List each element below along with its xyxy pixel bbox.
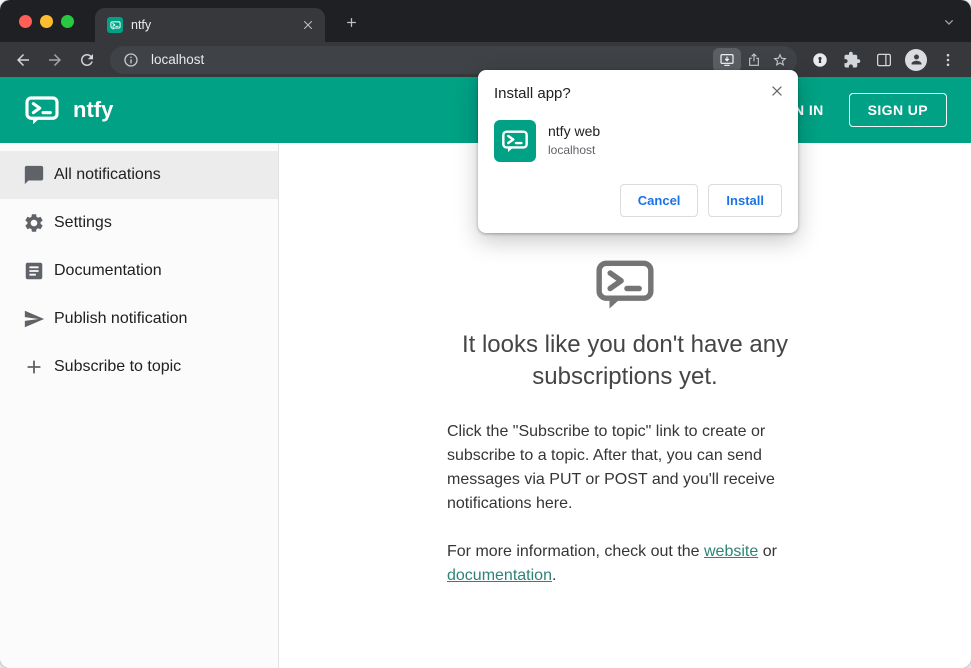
send-icon <box>23 308 45 330</box>
dialog-app-info: ntfy web localhost <box>494 120 782 162</box>
sign-up-button[interactable]: SIGN UP <box>848 93 947 127</box>
forward-button[interactable] <box>40 45 70 75</box>
install-app-icon[interactable] <box>713 47 741 72</box>
chat-icon <box>23 164 45 186</box>
dialog-actions: Cancel Install <box>494 184 782 217</box>
gear-icon <box>23 212 45 234</box>
plus-icon <box>23 356 45 378</box>
window-close-button[interactable] <box>19 15 32 28</box>
sidebar-item-label: Subscribe to topic <box>54 358 182 375</box>
sidebar-item-label: Publish notification <box>54 310 188 327</box>
window-minimize-button[interactable] <box>40 15 53 28</box>
empty-state-links-paragraph: For more information, check out the webs… <box>447 542 777 584</box>
sidebar-item-publish-notification[interactable]: Publish notification <box>0 295 278 343</box>
sidebar-item-label: Documentation <box>54 262 162 279</box>
new-tab-button[interactable] <box>340 11 362 33</box>
password-extension-icon[interactable] <box>805 45 835 75</box>
sidebar-item-subscribe-to-topic[interactable]: Subscribe to topic <box>0 343 278 391</box>
cancel-button[interactable]: Cancel <box>619 184 699 217</box>
install-button[interactable]: Install <box>708 184 782 217</box>
browser-menu-kebab-icon[interactable] <box>933 45 963 75</box>
extensions-puzzle-icon[interactable] <box>837 45 867 75</box>
dialog-app-name: ntfy web <box>548 123 601 139</box>
dialog-close-icon[interactable] <box>766 80 788 102</box>
ntfy-empty-state-icon <box>594 253 656 315</box>
dialog-title: Install app? <box>494 85 571 102</box>
install-app-dialog: Install app? ntfy web localhost Cancel I… <box>478 70 798 233</box>
share-icon[interactable] <box>741 47 767 73</box>
tab-search-chevron-icon[interactable] <box>939 12 959 32</box>
article-icon <box>23 260 45 282</box>
dialog-app-origin: localhost <box>548 143 596 157</box>
window-zoom-button[interactable] <box>61 15 74 28</box>
sidebar-item-label: All notifications <box>54 166 161 183</box>
empty-state-text: Click the "Subscribe to topic" link to c… <box>447 420 803 588</box>
website-link[interactable]: website <box>704 543 758 560</box>
traffic-lights <box>19 15 74 28</box>
profile-avatar[interactable] <box>901 45 931 75</box>
ntfy-favicon-icon <box>107 17 123 33</box>
empty-state-paragraph: Click the "Subscribe to topic" link to c… <box>447 422 775 512</box>
sidebar: All notifications Settings Documentation… <box>0 143 279 668</box>
back-button[interactable] <box>8 45 38 75</box>
site-info-icon[interactable] <box>118 47 144 73</box>
bookmark-star-icon[interactable] <box>767 47 793 73</box>
tab-title: ntfy <box>131 18 152 32</box>
reload-button[interactable] <box>72 45 102 75</box>
forward-arrow-icon <box>46 51 64 69</box>
person-icon <box>909 52 924 67</box>
ntfy-app-icon <box>494 120 536 162</box>
browser-window: ntfy localhost ntfy SIGN IN SIGN UP <box>0 0 971 668</box>
address-url: localhost <box>151 52 205 67</box>
reload-icon <box>78 51 96 69</box>
side-panel-icon[interactable] <box>869 45 899 75</box>
empty-state-heading: It looks like you don't have any subscri… <box>461 331 789 391</box>
documentation-link[interactable]: documentation <box>447 567 552 584</box>
sidebar-item-all-notifications[interactable]: All notifications <box>0 151 278 199</box>
tab-strip: ntfy <box>0 0 971 42</box>
app-title: ntfy <box>73 97 114 122</box>
back-arrow-icon <box>14 51 32 69</box>
tab-close-icon[interactable] <box>299 16 317 34</box>
sidebar-item-settings[interactable]: Settings <box>0 199 278 247</box>
browser-tab[interactable]: ntfy <box>95 8 325 42</box>
ntfy-logo-icon <box>24 92 60 128</box>
sidebar-item-label: Settings <box>54 214 112 231</box>
sidebar-item-documentation[interactable]: Documentation <box>0 247 278 295</box>
